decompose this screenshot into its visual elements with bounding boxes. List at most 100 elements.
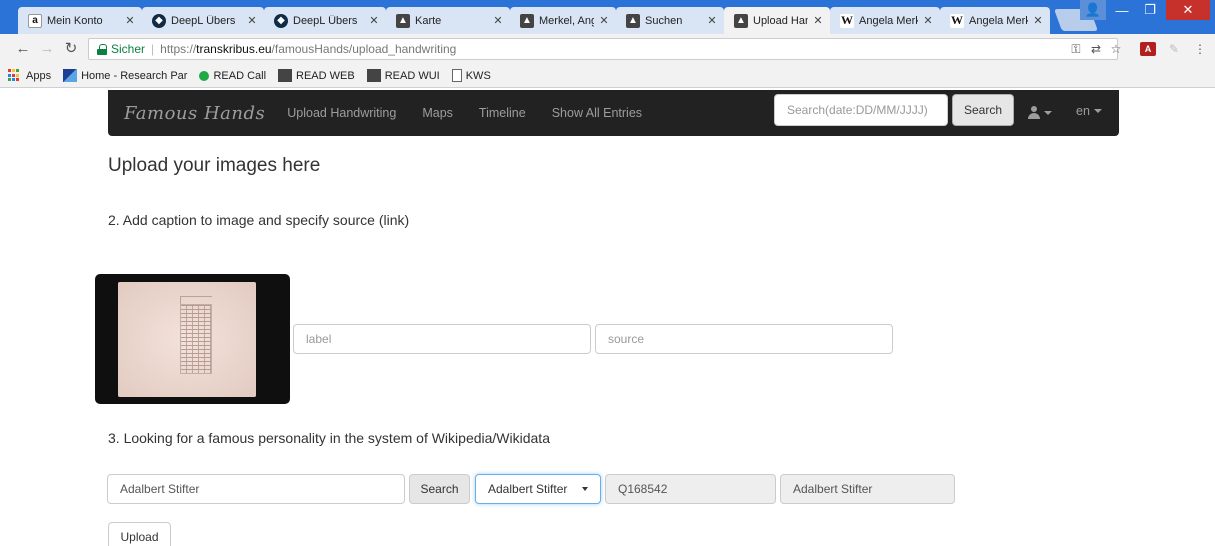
bookmark-home-research[interactable]: Home - Research Par xyxy=(63,69,187,82)
close-icon[interactable]: ✕ xyxy=(124,14,136,27)
close-icon[interactable]: ✕ xyxy=(812,14,824,27)
bookmark-read-call[interactable]: READ Call xyxy=(199,70,266,82)
translate-icon[interactable]: ⇄ xyxy=(1088,42,1104,56)
bookmark-label: Home - Research Par xyxy=(81,69,188,82)
browser-tab[interactable]: a Mein Konto ✕ xyxy=(18,7,142,34)
person-name-field: Adalbert Stifter xyxy=(780,474,955,504)
browser-tab[interactable]: ▲ Suchen ✕ xyxy=(616,7,724,34)
tab-title: Suchen xyxy=(645,14,683,27)
step3-heading: 3. Looking for a famous personality in t… xyxy=(108,430,550,446)
bookmark-star-icon[interactable]: ☆ xyxy=(1108,42,1124,56)
browser-tab[interactable]: W Angela Merk ✕ xyxy=(940,7,1050,34)
document-icon xyxy=(451,69,462,82)
nav-link-upload-handwriting[interactable]: Upload Handwriting xyxy=(287,106,396,120)
language-menu[interactable]: en xyxy=(1076,104,1102,118)
browser-tab[interactable]: ▲ Merkel, Ange ✕ xyxy=(510,7,616,34)
address-bar[interactable]: Sicher | https:// transkribus.eu /famous… xyxy=(88,38,1118,60)
bookmark-kws[interactable]: KWS xyxy=(451,69,491,82)
window-close-icon[interactable]: ✕ xyxy=(1166,0,1210,20)
person-search-button[interactable]: Search xyxy=(409,474,470,504)
tab-title: Merkel, Ange xyxy=(539,14,594,27)
url-path: /famousHands/upload_handwriting xyxy=(271,42,457,56)
browser-tab[interactable]: ◆ DeepL Übers ✕ xyxy=(264,7,386,34)
lock-icon xyxy=(97,43,107,55)
close-icon[interactable]: ✕ xyxy=(492,14,504,27)
amazon-icon: a xyxy=(28,13,42,28)
nav-link-maps[interactable]: Maps xyxy=(422,106,453,120)
apps-grid-icon xyxy=(8,69,22,82)
select-caret-icon xyxy=(582,487,588,491)
browser-tab[interactable]: ◆ DeepL Übers ✕ xyxy=(142,7,264,34)
transkribus-icon xyxy=(366,69,381,82)
uploaded-image-thumbnail xyxy=(95,274,290,404)
forward-arrow-icon[interactable]: → xyxy=(38,40,56,58)
tab-title: Angela Merk xyxy=(859,14,918,27)
pdf-extension-icon[interactable]: A xyxy=(1140,42,1156,56)
browser-tab-strip: a Mein Konto ✕ ◆ DeepL Übers ✕ ◆ DeepL Ü… xyxy=(0,0,1215,34)
close-icon[interactable]: ✕ xyxy=(598,14,610,27)
wikidata-id-field: Q168542 xyxy=(605,474,776,504)
person-select-value: Adalbert Stifter xyxy=(488,482,568,496)
bookmark-apps[interactable]: Apps xyxy=(8,69,51,82)
caret-down-icon xyxy=(1044,111,1052,115)
wikipedia-icon: W xyxy=(950,13,964,28)
tab-title: Upload Hand xyxy=(753,14,808,27)
deepl-icon: ◆ xyxy=(152,13,166,28)
brand-logo[interactable]: Famous Hands xyxy=(124,103,265,124)
browser-tab[interactable]: ▲ Karte ✕ xyxy=(386,7,510,34)
profile-icon[interactable]: 👤 xyxy=(1080,0,1106,20)
close-icon[interactable]: ✕ xyxy=(922,14,934,27)
bookmarks-bar: Apps Home - Research Par READ Call READ … xyxy=(0,64,1215,88)
wikipedia-icon: W xyxy=(840,13,854,28)
tab-title: Karte xyxy=(415,14,442,27)
bookmark-label: Apps xyxy=(26,69,52,82)
browser-tab[interactable]: W Angela Merk ✕ xyxy=(830,7,940,34)
menu-kebab-icon[interactable]: ⋮ xyxy=(1192,42,1208,56)
date-search-input[interactable]: Search(date:DD/MM/JJJJ) xyxy=(774,94,948,126)
bookmark-read-web[interactable]: READ WEB xyxy=(278,69,355,82)
close-icon[interactable]: ✕ xyxy=(1032,14,1044,27)
read-call-icon xyxy=(199,70,210,81)
caption-label-input[interactable]: label xyxy=(293,324,591,354)
maximize-icon[interactable]: ❐ xyxy=(1138,0,1162,20)
tab-title: Mein Konto xyxy=(47,14,103,27)
tab-title: Angela Merk xyxy=(969,14,1028,27)
tab-title: DeepL Übers xyxy=(171,14,236,27)
user-icon xyxy=(1028,106,1040,120)
person-search-input[interactable]: Adalbert Stifter xyxy=(107,474,405,504)
site-navbar: Famous Hands Upload Handwriting Maps Tim… xyxy=(108,90,1119,136)
handwriting-document-image xyxy=(118,282,256,397)
extension-icon[interactable]: ✎ xyxy=(1166,42,1182,56)
key-icon[interactable]: ⚿ xyxy=(1068,42,1084,56)
transkribus-icon: ▲ xyxy=(626,13,640,28)
secure-label: Sicher xyxy=(111,42,146,56)
page-title: Upload your images here xyxy=(108,155,321,176)
browser-tab-active[interactable]: ▲ Upload Hand ✕ xyxy=(724,7,830,34)
navbar-search-button[interactable]: Search xyxy=(952,94,1014,126)
close-icon[interactable]: ✕ xyxy=(368,14,380,27)
transkribus-icon: ▲ xyxy=(396,13,410,28)
reload-icon[interactable]: ↻ xyxy=(62,40,80,58)
nav-link-show-all-entries[interactable]: Show All Entries xyxy=(552,106,642,120)
bookmark-label: READ WUI xyxy=(384,69,440,82)
bookmark-read-wui[interactable]: READ WUI xyxy=(366,69,440,82)
transkribus-icon xyxy=(278,69,293,82)
upload-button[interactable]: Upload xyxy=(108,522,171,546)
caret-down-icon xyxy=(1093,109,1102,113)
transkribus-icon: ▲ xyxy=(734,13,748,28)
url-separator: | xyxy=(151,42,155,56)
language-label: en xyxy=(1076,104,1090,118)
source-link-input[interactable]: source xyxy=(595,324,893,354)
browser-toolbar: ← → ↻ Sicher | https:// transkribus.eu /… xyxy=(0,34,1215,64)
close-icon[interactable]: ✕ xyxy=(706,14,718,27)
back-arrow-icon[interactable]: ← xyxy=(14,40,32,58)
person-select[interactable]: Adalbert Stifter xyxy=(475,474,601,504)
deepl-icon: ◆ xyxy=(274,13,288,28)
tab-title: DeepL Übers xyxy=(293,14,358,27)
step2-heading: 2. Add caption to image and specify sour… xyxy=(108,212,410,228)
nav-link-timeline[interactable]: Timeline xyxy=(479,106,526,120)
minimize-icon[interactable]: — xyxy=(1110,0,1134,20)
user-menu[interactable] xyxy=(1028,104,1052,122)
close-icon[interactable]: ✕ xyxy=(246,14,258,27)
bookmark-label: READ Call xyxy=(213,69,267,82)
